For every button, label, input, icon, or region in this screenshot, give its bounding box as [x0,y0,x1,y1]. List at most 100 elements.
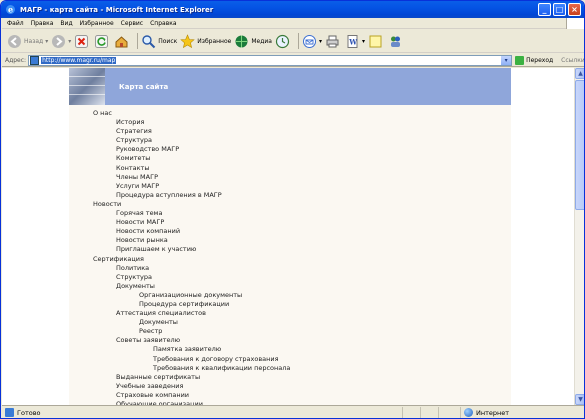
page-viewport[interactable]: Карта сайта О нас История Стратегия Структу… [2,68,574,405]
status-text: Готово [17,408,41,417]
search-button[interactable]: Поиск [141,34,177,49]
page-icon [30,55,40,65]
scroll-down-button[interactable]: ▼ [575,394,584,405]
sitemap-link[interactable]: Политика [69,264,511,273]
menu-favorites[interactable]: Избранное [80,20,114,27]
note-icon [369,35,382,47]
back-button[interactable]: Назад ▾ [7,34,48,49]
window-title: МАГР - карта сайта - Microsoft Internet … [20,5,214,14]
sitemap-link[interactable]: Новости рынка [69,236,511,245]
sitemap-link[interactable]: Члены МАГР [69,173,511,182]
mail-icon [302,34,316,48]
sitemap-section-link[interactable]: Сертификация [69,255,511,264]
edit-button[interactable]: W ▾ [345,34,365,49]
address-input[interactable]: http://www.magr.ru/map ▾ [28,54,513,66]
sitemap-link[interactable]: Реестр [69,327,511,336]
menu-tools[interactable]: Сервис [121,20,143,27]
sitemap-link[interactable]: Комитеты [69,154,511,163]
maximize-button[interactable]: □ [553,3,566,16]
sitemap-link[interactable]: Советы заявителю [69,336,511,345]
status-panel [420,407,421,418]
refresh-icon [95,34,109,48]
page-body: Карта сайта О нас История Стратегия Структу… [69,68,511,405]
sitemap-link[interactable]: Учебные заведения [69,382,511,391]
sitemap-link[interactable]: Выданные сертификаты [69,373,511,382]
stop-button[interactable] [74,34,91,49]
status-panel [438,407,439,418]
header-photo-stripe [69,94,105,95]
history-icon [275,34,290,48]
sitemap-link[interactable]: Требования к договору страхования [69,355,511,364]
menu-file[interactable]: Файл [7,20,24,27]
history-button[interactable] [275,34,292,49]
browser-window: e МАГР - карта сайта - Microsoft Interne… [0,0,585,419]
favorites-label: Избранное [197,37,232,45]
address-dropdown-icon[interactable]: ▾ [501,55,512,65]
toolbar-separator [297,33,299,49]
sitemap-link[interactable]: Руководство МАГР [69,145,511,154]
sitemap-link[interactable]: Новости МАГР [69,218,511,227]
links-button[interactable]: Ссылки [561,57,584,64]
toolbar-separator [137,33,139,49]
svg-text:W: W [348,37,357,46]
sitemap-section-link[interactable]: Новости [69,200,511,209]
scrollbar-thumb[interactable] [575,80,584,210]
security-zone[interactable]: Интернет [464,408,509,417]
sitemap-link[interactable]: Страховые компании [69,391,511,400]
messenger-button[interactable] [388,34,405,49]
discuss-button[interactable] [368,34,385,49]
sitemap-link[interactable]: История [69,118,511,127]
sitemap-link[interactable]: Аттестация специалистов [69,309,511,318]
stop-icon [75,34,89,48]
header-photo-stripe [69,85,105,86]
web-page: Карта сайта О нас История Стратегия Структу… [2,68,574,405]
sitemap-link[interactable]: Памятка заявителю [69,345,511,354]
close-button[interactable]: × [568,3,581,16]
scroll-up-button[interactable]: ▲ [575,68,584,79]
status-panel [402,407,403,418]
page-status-icon [5,408,14,417]
home-button[interactable] [114,34,131,49]
address-url[interactable]: http://www.magr.ru/map [41,56,117,64]
sitemap-link[interactable]: Структура [69,136,511,145]
vertical-scrollbar[interactable]: ▲ ▼ [574,68,584,405]
back-label: Назад [24,37,44,45]
forward-button[interactable]: ▾ [51,34,71,49]
sitemap-link[interactable]: Организационные документы [69,291,511,300]
sitemap-list: О нас История Стратегия Структура Руководств… [69,109,511,405]
edit-dropdown-icon[interactable]: ▾ [362,38,365,45]
media-button[interactable]: Медиа [234,34,272,49]
menu-view[interactable]: Вид [60,20,72,27]
print-button[interactable] [325,34,342,49]
sitemap-link[interactable]: Процедура сертификации [69,300,511,309]
favorites-button[interactable]: Избранное [180,33,232,49]
sitemap-link[interactable]: Процедура вступления в МАГР [69,191,511,200]
sitemap-link[interactable]: Документы [69,318,511,327]
sitemap-link[interactable]: Горячая тема [69,209,511,218]
search-label: Поиск [158,37,178,45]
sitemap-link[interactable]: Контакты [69,164,511,173]
search-icon [142,34,156,48]
status-bar: Готово Интернет [2,405,584,418]
sitemap-link[interactable]: Требования к квалификации персонала [69,364,511,373]
forward-dropdown-icon[interactable]: ▾ [68,38,71,45]
title-bar[interactable]: e МАГР - карта сайта - Microsoft Interne… [1,1,584,18]
back-dropdown-icon[interactable]: ▾ [45,38,48,45]
sitemap-link[interactable]: Услуги МАГР [69,182,511,191]
refresh-button[interactable] [94,34,111,49]
media-label: Медиа [251,37,272,45]
sitemap-link[interactable]: Структура [69,273,511,282]
menu-help[interactable]: Справка [150,20,176,27]
sitemap-link[interactable]: Приглашаем к участию [69,245,511,254]
sitemap-link[interactable]: Новости компаний [69,227,511,236]
messenger-icon [390,36,400,47]
sitemap-section-link[interactable]: О нас [69,109,511,118]
mail-button[interactable]: ▾ [302,34,322,49]
menu-edit[interactable]: Правка [31,20,54,27]
back-arrow-icon [8,34,21,48]
sitemap-link[interactable]: Документы [69,282,511,291]
sitemap-link[interactable]: Стратегия [69,127,511,136]
go-button[interactable]: Переход [515,55,553,65]
minimize-button[interactable]: _ [538,3,551,16]
mail-dropdown-icon[interactable]: ▾ [319,38,322,45]
